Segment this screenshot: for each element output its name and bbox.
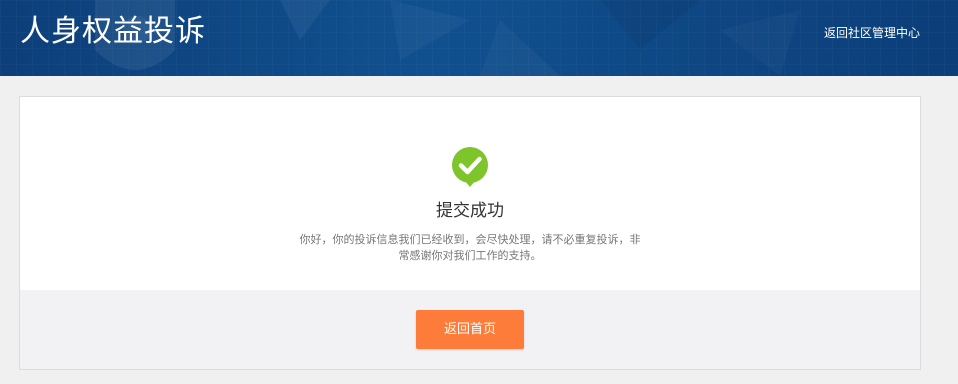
result-content: 提交成功 你好，你的投诉信息我们已经收到，会尽快处理，请不必重复投诉，非常感谢你… <box>20 97 920 290</box>
page-title: 人身权益投诉 <box>20 14 206 49</box>
result-card: 提交成功 你好，你的投诉信息我们已经收到，会尽快处理，请不必重复投诉，非常感谢你… <box>19 96 921 370</box>
success-title: 提交成功 <box>436 201 504 221</box>
success-message: 你好，你的投诉信息我们已经收到，会尽快处理，请不必重复投诉，非常感谢你对我们工作… <box>299 233 641 262</box>
back-to-community-link[interactable]: 返回社区管理中心 <box>824 24 920 42</box>
page-header: 人身权益投诉 返回社区管理中心 <box>0 0 958 76</box>
check-circle-icon <box>452 147 488 187</box>
back-home-button[interactable]: 返回首页 <box>416 310 524 349</box>
